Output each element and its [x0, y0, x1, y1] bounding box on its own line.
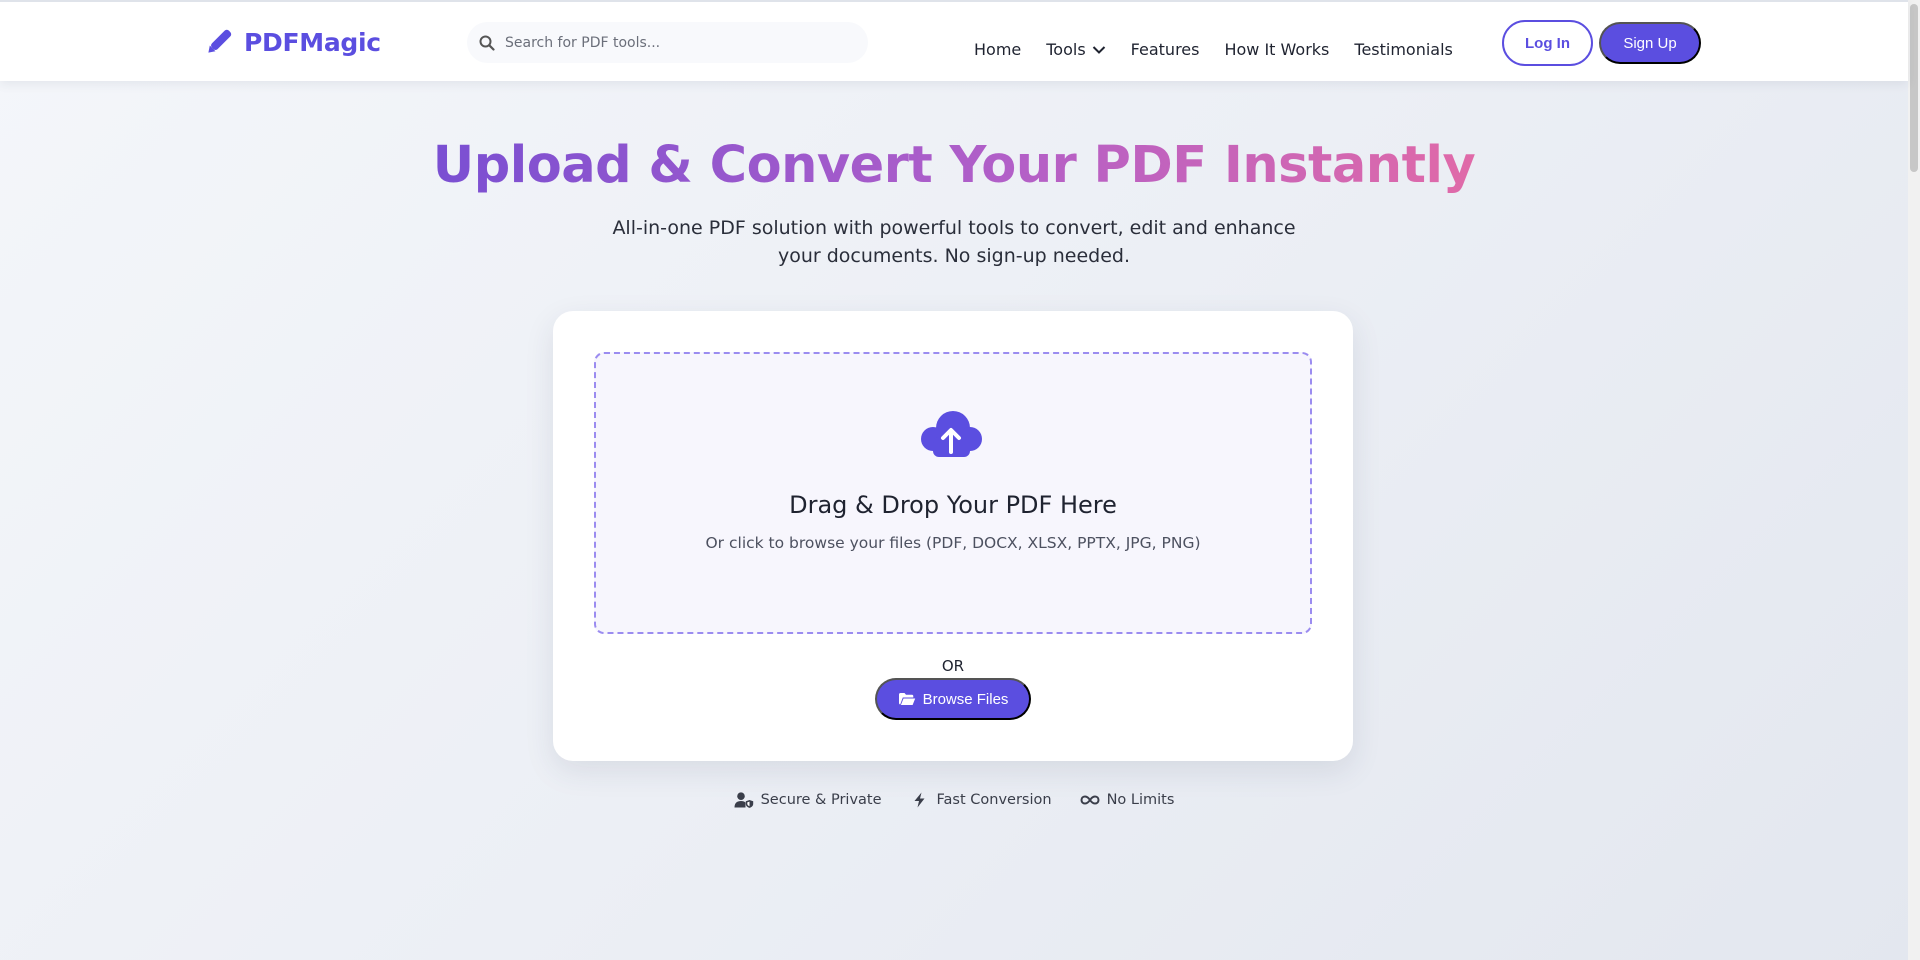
nav-link-tools-label: Tools	[1046, 40, 1086, 59]
user-shield-icon	[734, 792, 753, 808]
hero-title-text: Upload & Convert Your PDF Instantly	[432, 136, 1476, 195]
pen-icon	[208, 29, 232, 53]
upload-card: Drag & Drop Your PDF Here Or click to br…	[553, 311, 1353, 761]
hero-title: Upload & Convert Your PDF Instantly	[0, 134, 1908, 198]
browse-files-button[interactable]: Browse Files	[875, 678, 1031, 720]
nav-link-features[interactable]: Features	[1131, 40, 1200, 59]
chevron-down-icon	[1092, 45, 1105, 54]
nav-links: Home Tools Features How It Works Testimo…	[974, 40, 1478, 59]
navbar: PDFMagic Home Tools Features How It Work…	[0, 0, 1908, 81]
signup-button[interactable]: Sign Up	[1599, 22, 1701, 64]
cloud-upload-icon	[921, 411, 982, 457]
logo-text: PDFMagic	[244, 27, 381, 57]
or-separator: OR	[941, 657, 965, 675]
search-input[interactable]	[505, 34, 845, 51]
drop-zone-title: Drag & Drop Your PDF Here	[789, 491, 1117, 519]
feature-secure: Secure & Private	[734, 792, 882, 808]
infinity-icon	[1080, 795, 1100, 805]
drop-zone-subtitle: Or click to browse your files (PDF, DOCX…	[705, 534, 1201, 552]
hero-subtitle: All-in-one PDF solution with powerful to…	[612, 217, 1296, 267]
drop-zone[interactable]: Drag & Drop Your PDF Here Or click to br…	[594, 352, 1312, 634]
search-box	[467, 22, 868, 63]
nav-link-tools[interactable]: Tools	[1046, 40, 1105, 59]
folder-open-icon	[898, 693, 915, 705]
nav-link-home[interactable]: Home	[974, 40, 1021, 59]
browse-files-label: Browse Files	[922, 690, 1009, 708]
features-row: Secure & Private Fast Conversion No Limi…	[0, 792, 1908, 808]
feature-fast-label: Fast Conversion	[936, 792, 1052, 808]
feature-secure-label: Secure & Private	[760, 792, 882, 808]
feature-no-limits: No Limits	[1080, 792, 1175, 808]
nav-link-how-it-works[interactable]: How It Works	[1224, 40, 1329, 59]
search-icon	[479, 35, 495, 51]
scrollbar-thumb[interactable]	[1910, 4, 1918, 172]
nav-link-testimonials[interactable]: Testimonials	[1354, 40, 1453, 59]
feature-no-limits-label: No Limits	[1106, 792, 1175, 808]
logo[interactable]: PDFMagic	[204, 26, 381, 58]
bolt-icon	[914, 792, 925, 808]
feature-fast: Fast Conversion	[910, 792, 1052, 808]
login-button[interactable]: Log In	[1502, 20, 1593, 66]
